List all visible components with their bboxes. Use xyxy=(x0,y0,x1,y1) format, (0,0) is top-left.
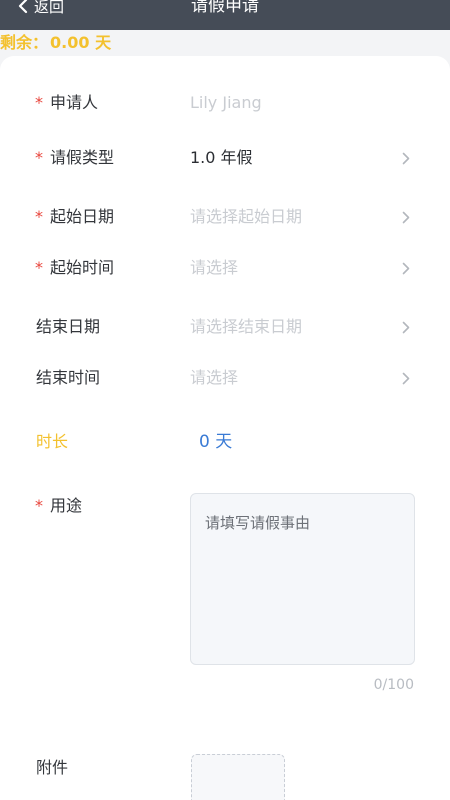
required-mark: * xyxy=(35,207,43,226)
start-time-placeholder: 请选择 xyxy=(190,258,239,277)
start-time-row[interactable]: * 起始时间 请选择 xyxy=(0,248,450,288)
purpose-label: 用途 xyxy=(50,496,83,515)
nav-bar: 返回 请假申请 xyxy=(0,0,450,30)
purpose-char-counter: 0/100 xyxy=(373,677,414,693)
chevron-right-icon xyxy=(402,211,410,224)
end-time-row[interactable]: 结束时间 请选择 xyxy=(0,358,450,398)
chevron-right-icon xyxy=(402,321,410,334)
end-date-row[interactable]: 结束日期 请选择结束日期 xyxy=(0,307,450,347)
start-date-label: 起始日期 xyxy=(50,207,115,226)
remaining-value: 0.00 天 xyxy=(50,33,112,52)
start-time-label: 起始时间 xyxy=(50,258,115,277)
end-date-placeholder: 请选择结束日期 xyxy=(190,317,303,336)
end-time-label: 结束时间 xyxy=(36,368,101,387)
chevron-right-icon xyxy=(402,152,410,165)
duration-label: 时长 xyxy=(36,432,69,451)
required-mark: * xyxy=(35,496,43,515)
end-date-label: 结束日期 xyxy=(36,317,101,336)
purpose-textarea[interactable] xyxy=(190,493,415,665)
end-time-placeholder: 请选择 xyxy=(190,368,239,387)
leave-type-label: 请假类型 xyxy=(50,148,115,167)
applicant-label: 申请人 xyxy=(50,93,99,112)
duration-value: 0 天 xyxy=(199,432,233,452)
remaining-balance: 剩余： 0.00 天 xyxy=(0,32,111,54)
leave-type-row[interactable]: * 请假类型 1.0 年假 xyxy=(0,138,450,178)
attachment-label: 附件 xyxy=(36,758,69,777)
applicant-value: Lily Jiang xyxy=(190,93,262,112)
leave-type-value: 1.0 年假 xyxy=(190,148,253,167)
chevron-right-icon xyxy=(402,372,410,385)
chevron-right-icon xyxy=(402,262,410,275)
required-mark: * xyxy=(35,148,43,167)
applicant-row: * 申请人 Lily Jiang xyxy=(0,83,450,123)
required-mark: * xyxy=(35,93,43,112)
page-title: 请假申请 xyxy=(191,0,259,16)
start-date-placeholder: 请选择起始日期 xyxy=(190,207,303,226)
start-date-row[interactable]: * 起始日期 请选择起始日期 xyxy=(0,197,450,237)
remaining-label: 剩余： xyxy=(0,33,49,52)
attachment-upload-box[interactable] xyxy=(191,754,285,800)
required-mark: * xyxy=(35,258,43,277)
duration-row: 时长 0 天 xyxy=(0,422,450,462)
